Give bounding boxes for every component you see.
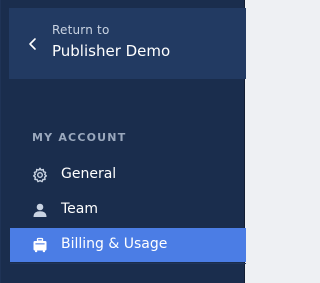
sidebar-item-label: Team — [61, 201, 99, 217]
sidebar-divider — [10, 263, 246, 264]
sidebar-item-billing-usage[interactable]: Billing & Usage — [10, 228, 246, 262]
back-to-project-button[interactable]: Return to Publisher Demo — [9, 8, 246, 79]
chevron-left-icon — [27, 36, 39, 50]
sidebar-item-general[interactable]: General — [10, 158, 246, 192]
billing-icon — [32, 237, 48, 253]
user-icon — [32, 202, 48, 218]
project-name: Publisher Demo — [52, 42, 171, 60]
gear-icon — [32, 167, 48, 183]
sidebar-item-team[interactable]: Team — [10, 193, 246, 227]
sidebar-item-label: General — [61, 166, 117, 182]
account-sidebar: Return to Publisher Demo MY ACCOUNT Gene… — [0, 0, 246, 283]
sidebar-item-label: Billing & Usage — [61, 236, 168, 252]
return-to-label: Return to — [52, 23, 110, 37]
section-title-my-account: MY ACCOUNT — [32, 131, 127, 144]
